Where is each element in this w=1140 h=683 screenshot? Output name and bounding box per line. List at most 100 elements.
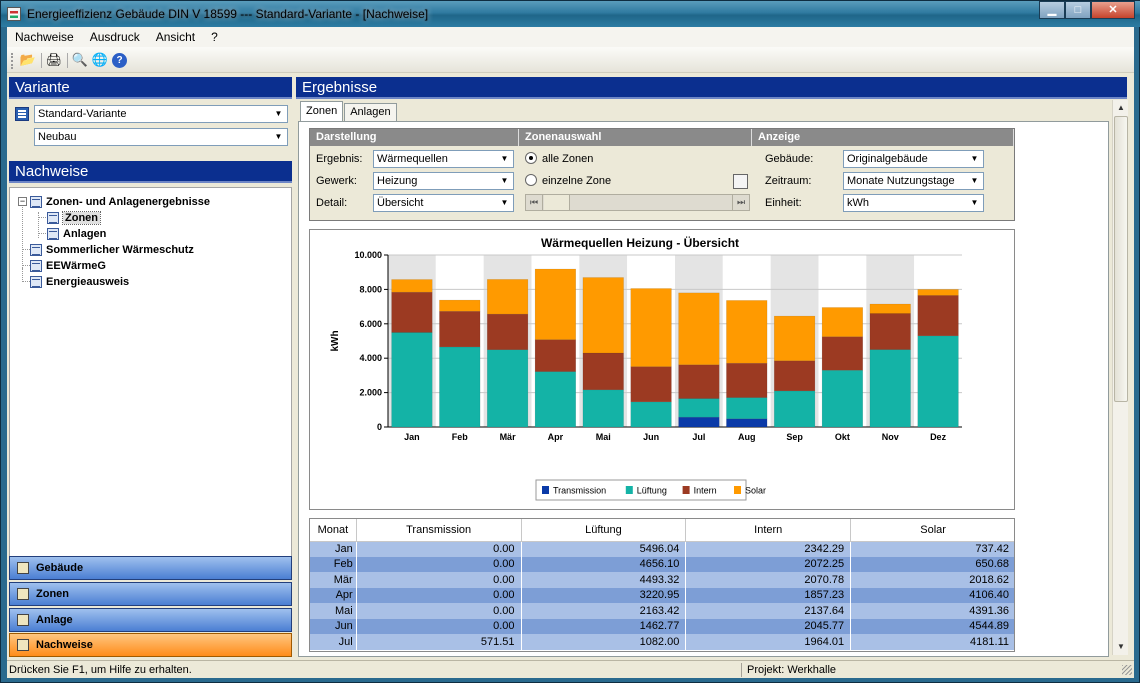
tree-item-eewaermeg[interactable]: EEWärmeG — [30, 258, 106, 273]
table-row[interactable]: Mai 0.00 2163.42 2137.64 4391.36 — [310, 603, 1014, 619]
zone-picker-button[interactable] — [733, 174, 748, 189]
minimize-button[interactable]: ▁ — [1039, 1, 1065, 19]
table-row[interactable]: Jul 571.51 1082.00 1964.01 4181.11 — [310, 634, 1014, 650]
nav-nachweise-button[interactable]: Nachweise — [9, 633, 292, 657]
tab-anlagen[interactable]: Anlagen — [344, 103, 397, 121]
report-icon — [47, 227, 59, 240]
report-icon — [30, 243, 42, 256]
detail-select[interactable]: Übersicht ▼ — [373, 194, 514, 212]
variant-list-icon[interactable] — [15, 107, 29, 121]
toolbar-separator — [41, 53, 42, 68]
bar-l-ftung — [726, 397, 768, 419]
value-cell: 4656.10 — [521, 556, 687, 572]
table-row[interactable]: Feb 0.00 4656.10 2072.25 650.68 — [310, 556, 1014, 572]
open-folder-icon[interactable]: 📂 — [19, 51, 37, 69]
table-row[interactable]: Apr 0.00 3220.95 1857.23 4106.40 — [310, 587, 1014, 603]
month-cell: Jul — [310, 634, 357, 650]
menu-ausdruck[interactable]: Ausdruck — [90, 30, 140, 44]
tree-collapse-toggle[interactable]: − — [18, 197, 27, 206]
chevron-down-icon: ▼ — [970, 198, 979, 207]
einheit-select[interactable]: kWh ▼ — [843, 194, 984, 212]
nav-label: Anlage — [36, 614, 73, 626]
bar-solar — [582, 277, 624, 354]
report-icon — [30, 259, 42, 272]
bar-intern — [391, 291, 433, 333]
ergebnis-select[interactable]: Wärmequellen ▼ — [373, 150, 514, 168]
gebaeude-select[interactable]: Originalgebäude ▼ — [843, 150, 984, 168]
tab-zonen[interactable]: Zonen — [300, 101, 344, 121]
tree-item-zonen[interactable]: Zonen — [47, 210, 101, 225]
first-zone-icon[interactable]: ⏮ — [526, 195, 543, 210]
tree-line — [22, 202, 23, 268]
resize-grip-icon[interactable] — [1122, 665, 1132, 675]
value-cell: 0.00 — [356, 603, 522, 619]
vertical-scrollbar[interactable]: ▲ ▼ — [1112, 100, 1128, 655]
bar-solar — [726, 300, 768, 364]
einzelne-zone-label: einzelne Zone — [542, 175, 612, 187]
y-tick-label: 4.000 — [359, 353, 382, 363]
tree-item-energieausweis[interactable]: Energieausweis — [30, 274, 129, 289]
bar-l-ftung — [582, 389, 624, 428]
alle-zonen-label: alle Zonen — [542, 153, 594, 165]
column-header[interactable]: Solar — [850, 519, 1014, 542]
print-icon[interactable]: 🖨 — [45, 51, 63, 69]
last-zone-icon[interactable]: ⏭ — [732, 195, 749, 210]
nav-zonen-button[interactable]: Zonen — [9, 582, 292, 606]
table-row[interactable]: Jun 0.00 1462.77 2045.77 4544.89 — [310, 618, 1014, 634]
value-cell: 2137.64 — [685, 603, 852, 619]
scroll-up-icon[interactable]: ▲ — [1114, 101, 1128, 115]
zones-grid-icon — [17, 588, 29, 600]
preview-magnifier-icon[interactable]: 🔍 — [71, 51, 89, 69]
scroll-thumb[interactable] — [1114, 116, 1128, 402]
column-header[interactable]: Lüftung — [521, 519, 687, 542]
zeitraum-select[interactable]: Monate Nutzungstage ▼ — [843, 172, 984, 190]
result-tabs: Zonen Anlagen — [300, 101, 398, 121]
legend-label: Lüftung — [637, 486, 667, 496]
variante-select[interactable]: Standard-Variante ▼ — [34, 105, 288, 123]
menu-nachweise[interactable]: Nachweise — [15, 30, 74, 44]
menu-ansicht[interactable]: Ansicht — [156, 30, 195, 44]
table-row[interactable]: Jan 0.00 5496.04 2342.29 737.42 — [310, 541, 1014, 557]
menu-bar: Nachweise Ausdruck Ansicht ? — [7, 27, 1134, 47]
column-header[interactable]: Transmission — [356, 519, 522, 542]
column-header[interactable]: Monat — [310, 519, 357, 542]
maximize-button[interactable]: □ — [1065, 1, 1091, 19]
building-icon — [17, 562, 29, 574]
slider-thumb[interactable] — [544, 195, 570, 210]
column-header[interactable]: Intern — [685, 519, 852, 542]
einzelne-zone-radio[interactable] — [525, 174, 537, 186]
tree-item-zonen-anlagenergebnisse[interactable]: Zonen- und Anlagenergebnisse — [30, 194, 210, 209]
toolbar-grip[interactable] — [11, 53, 14, 69]
bar-intern — [821, 336, 863, 371]
bar-l-ftung — [678, 398, 720, 418]
scroll-down-icon[interactable]: ▼ — [1114, 640, 1128, 654]
table-row[interactable]: Mär 0.00 4493.32 2070.78 2018.62 — [310, 572, 1014, 588]
bar-intern — [869, 313, 911, 350]
tree-item-anlagen[interactable]: Anlagen — [47, 226, 106, 241]
ergebnisse-header: Ergebnisse — [296, 77, 1127, 99]
bar-l-ftung — [630, 401, 672, 428]
legend-label: Solar — [745, 486, 766, 496]
zone-slider[interactable]: ⏮ ⏭ — [525, 194, 750, 211]
y-tick-label: 10.000 — [354, 250, 382, 260]
close-button[interactable]: ✕ — [1091, 1, 1135, 19]
chart-title: Wärmequellen Heizung - Übersicht — [541, 235, 739, 250]
alle-zonen-radio[interactable] — [525, 152, 537, 164]
title-bar[interactable]: Energieeffizienz Gebäude DIN V 18599 ---… — [1, 1, 1140, 27]
y-tick-label: 8.000 — [359, 284, 382, 294]
report-icon — [30, 275, 42, 288]
nav-anlage-button[interactable]: Anlage — [9, 608, 292, 632]
menu-help[interactable]: ? — [211, 30, 218, 44]
legend-swatch — [625, 486, 633, 494]
y-axis-label: kWh — [330, 330, 341, 351]
web-globe-icon[interactable]: 🌐 — [91, 51, 109, 69]
gewerk-select[interactable]: Heizung ▼ — [373, 172, 514, 190]
bar-solar — [678, 292, 720, 366]
toolbar-separator — [67, 53, 68, 68]
help-icon[interactable]: ? — [112, 53, 127, 68]
x-tick-label: Dez — [930, 432, 947, 442]
nav-gebaeude-button[interactable]: Gebäude — [9, 556, 292, 580]
tree-item-sommerlicher-waermeschutz[interactable]: Sommerlicher Wärmeschutz — [30, 242, 194, 257]
bauart-select[interactable]: Neubau ▼ — [34, 128, 288, 146]
value-cell: 0.00 — [356, 541, 522, 557]
